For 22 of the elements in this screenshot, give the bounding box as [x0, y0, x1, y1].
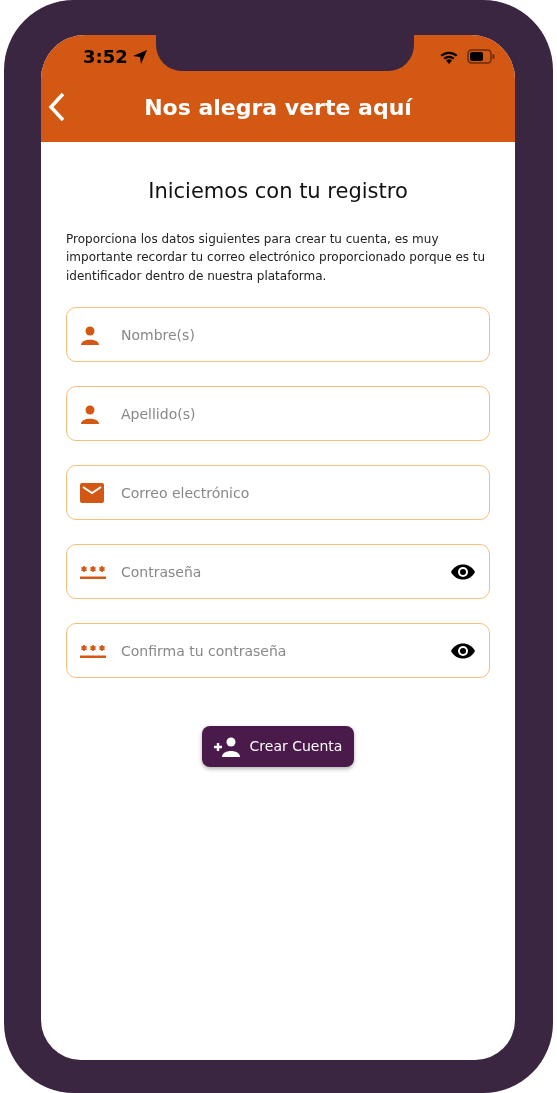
eye-icon[interactable]	[450, 641, 476, 660]
input-field[interactable]: Correo electrónico	[66, 465, 490, 520]
location-arrow-icon	[131, 48, 148, 65]
person-icon	[80, 403, 100, 424]
person-icon	[80, 324, 100, 345]
input-field[interactable]: Nombre(s)	[66, 307, 490, 362]
header-title: Nos alegra verte aquí	[144, 93, 412, 122]
password-icon	[80, 642, 106, 659]
status-time: 3:52	[83, 45, 128, 69]
form-heading: Iniciemos con tu registro	[147, 178, 409, 205]
envelope-icon	[80, 482, 104, 503]
create-account-button[interactable]: Crear Cuenta	[201, 726, 355, 767]
input-field[interactable]: Contraseña	[66, 544, 490, 599]
intro-paragraph: Proporciona los datos siguientes para crear tu cuenta, es muy importante recordar tu correo electrónico proporcionado porque es tu identificador dentro de nuestra plataforma.	[66, 230, 487, 285]
add-person-icon	[213, 736, 240, 757]
back-icon[interactable]	[47, 92, 67, 122]
input-field[interactable]: Apellido(s)	[66, 386, 490, 441]
eye-icon[interactable]	[450, 562, 476, 581]
password-icon	[80, 563, 106, 580]
battery-icon	[467, 49, 495, 64]
input-field[interactable]: Confirma tu contraseña	[66, 623, 490, 678]
wifi-icon	[439, 49, 459, 64]
